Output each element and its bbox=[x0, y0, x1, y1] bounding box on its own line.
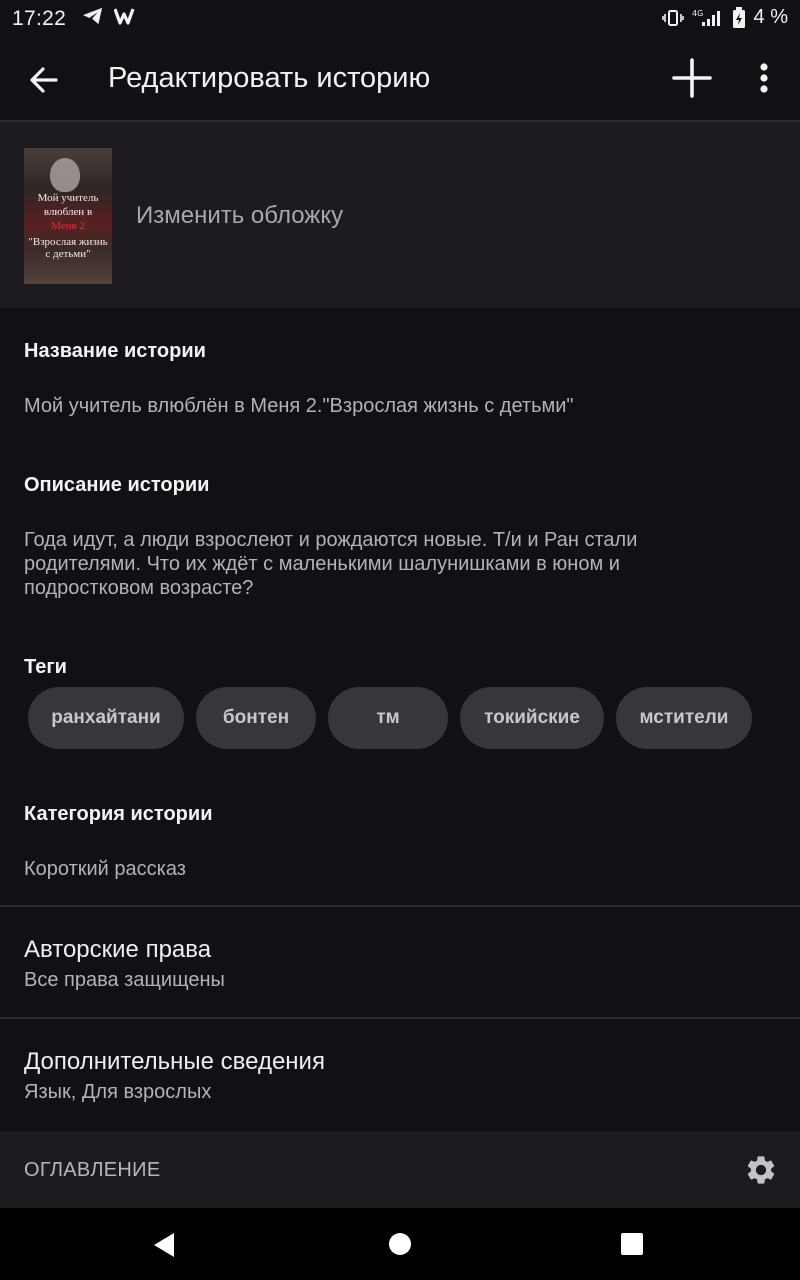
status-time: 17:22 bbox=[12, 7, 67, 30]
gear-icon[interactable] bbox=[744, 1153, 778, 1187]
extra-info-title[interactable]: Дополнительные сведения bbox=[24, 1048, 325, 1076]
change-cover-label[interactable]: Изменить обложку bbox=[136, 202, 343, 230]
status-bar: 17:22 4G 4 % bbox=[0, 0, 800, 38]
tags-list: ранхайтани бонтен тм токийские мстители bbox=[28, 687, 752, 749]
tag-chip[interactable]: бонтен bbox=[196, 687, 316, 749]
battery-charging-icon bbox=[732, 6, 745, 28]
page-title: Редактировать историю bbox=[108, 62, 431, 94]
cover-section[interactable]: Мой учитель влюблен в Меня 2 "Взрослая ж… bbox=[0, 122, 800, 308]
story-title-value[interactable]: Мой учитель влюблён в Меня 2."Взрослая ж… bbox=[24, 394, 574, 418]
tag-chip[interactable]: тм bbox=[328, 687, 448, 749]
tag-chip[interactable]: ранхайтани bbox=[28, 687, 184, 749]
nav-back-icon[interactable] bbox=[150, 1230, 180, 1260]
vibrate-icon bbox=[661, 9, 684, 26]
app-bar: Редактировать историю bbox=[0, 38, 800, 120]
nav-home-icon[interactable] bbox=[386, 1230, 414, 1258]
battery-level: 4 % bbox=[753, 6, 788, 28]
divider bbox=[0, 905, 800, 907]
story-title-label: Название истории bbox=[24, 340, 206, 362]
cover-image-text: с детьми" bbox=[45, 248, 91, 260]
w-app-icon bbox=[114, 8, 135, 25]
tags-label: Теги bbox=[24, 656, 67, 678]
cover-image-text: "Взрослая жизнь bbox=[28, 236, 108, 248]
toc-label: ОГЛАВЛЕНИЕ bbox=[24, 1159, 161, 1181]
arrow-back-icon[interactable] bbox=[24, 60, 64, 100]
copyright-subtitle: Все права защищены bbox=[24, 969, 225, 991]
copyright-title[interactable]: Авторские права bbox=[24, 936, 211, 964]
category-label: Категория истории bbox=[24, 803, 213, 825]
category-value[interactable]: Короткий рассказ bbox=[24, 857, 186, 881]
network-type: 4G bbox=[692, 9, 703, 18]
cover-image-text: Мой учитель bbox=[37, 192, 99, 204]
signal-icon: 4G bbox=[692, 9, 720, 26]
cover-image[interactable]: Мой учитель влюблен в Меня 2 "Взрослая ж… bbox=[24, 148, 112, 284]
cover-image-text: влюблен в bbox=[43, 206, 93, 218]
divider bbox=[0, 1017, 800, 1019]
tag-chip[interactable]: токийские bbox=[460, 687, 604, 749]
nav-recents-icon[interactable] bbox=[618, 1230, 646, 1258]
tag-chip[interactable]: мстители bbox=[616, 687, 752, 749]
table-of-contents-bar: ОГЛАВЛЕНИЕ bbox=[0, 1131, 800, 1208]
cover-image-text: Меня 2 bbox=[51, 220, 85, 232]
extra-info-subtitle: Язык, Для взрослых bbox=[24, 1081, 212, 1103]
plus-icon[interactable] bbox=[670, 56, 714, 100]
story-description-value[interactable]: Года идут, а люди взрослеют и рождаются … bbox=[24, 528, 724, 600]
story-description-label: Описание истории bbox=[24, 474, 210, 496]
system-navigation-bar bbox=[0, 1208, 800, 1280]
cover-figure bbox=[50, 158, 80, 192]
more-vert-icon[interactable] bbox=[744, 56, 784, 100]
telegram-icon bbox=[83, 7, 103, 25]
